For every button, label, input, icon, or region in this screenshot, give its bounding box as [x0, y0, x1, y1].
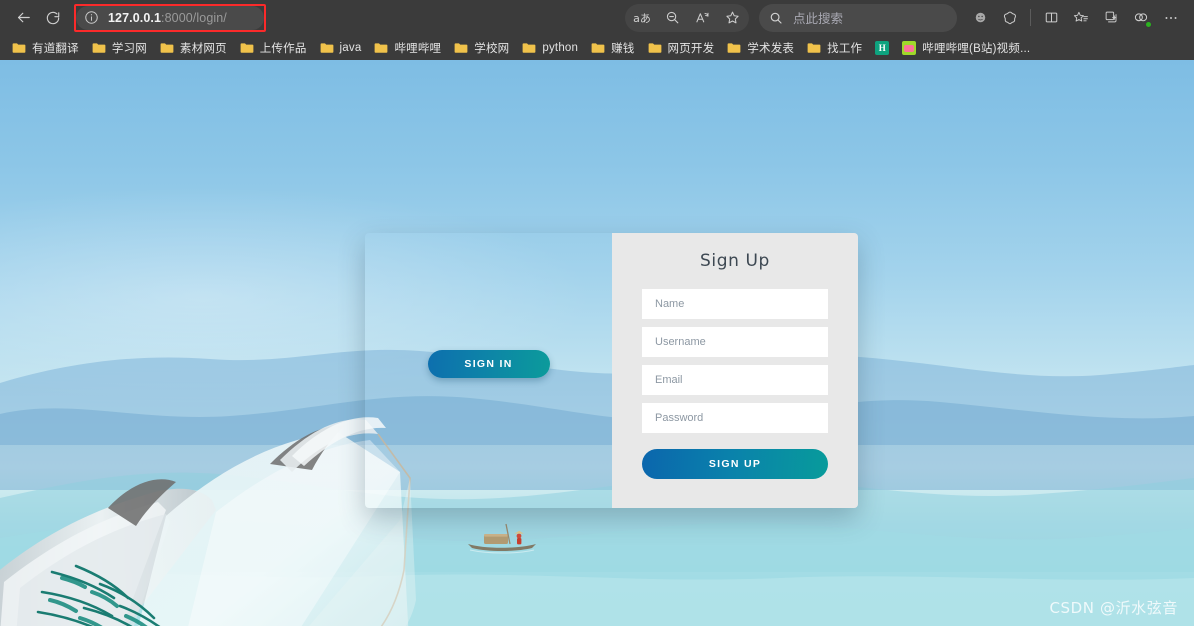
bookmark-item[interactable]: 有道翻译 [6, 37, 85, 58]
search-placeholder: 点此搜索 [793, 12, 844, 26]
bookmark-label: 上传作品 [259, 42, 307, 55]
bookmark-item[interactable]: 学术发表 [721, 37, 800, 58]
bookmark-item[interactable]: 赚钱 [585, 37, 640, 58]
zoom-out-icon[interactable] [657, 5, 687, 31]
favorites-list-icon[interactable] [1066, 5, 1096, 31]
refresh-button[interactable] [38, 4, 68, 32]
address-bar[interactable]: 127.0.0.1:8000/login/ [76, 5, 264, 30]
bookmark-label: 网页开发 [667, 42, 715, 55]
address-bar-wrapper[interactable]: 127.0.0.1:8000/login/ [74, 3, 266, 32]
back-button[interactable] [8, 4, 38, 32]
bookmark-item[interactable]: H [869, 37, 895, 58]
copilot-icon[interactable] [995, 5, 1025, 31]
browser-chrome: 127.0.0.1:8000/login/ aあ 点此搜索 有道翻译 学习网 素… [0, 0, 1194, 60]
collections-icon[interactable] [1096, 5, 1126, 31]
bookmark-label: 学校网 [474, 42, 510, 55]
bookmark-label: 学术发表 [747, 42, 795, 55]
bilibili-favicon [902, 40, 917, 55]
auth-card: SIGN IN Sign Up SIGN UP [365, 233, 858, 508]
boat-illustration [468, 523, 536, 554]
name-input[interactable] [642, 289, 828, 319]
address-bar-text: 127.0.0.1:8000/login/ [108, 11, 227, 25]
translate-icon[interactable] [687, 5, 717, 31]
split-screen-icon[interactable] [1036, 5, 1066, 31]
bookmark-label: 哔哩哔哩(B站)视频... [922, 42, 1031, 55]
settings-more-icon[interactable] [1156, 5, 1186, 31]
email-input[interactable] [642, 365, 828, 395]
bookmark-item[interactable]: 素材网页 [154, 37, 233, 58]
search-box[interactable]: 点此搜索 [759, 3, 957, 32]
bookmark-item[interactable]: java [314, 37, 368, 58]
bookmark-item[interactable]: 学习网 [86, 37, 153, 58]
password-input[interactable] [642, 403, 828, 433]
browser-right-icons [965, 5, 1186, 31]
page-viewport: SIGN IN Sign Up SIGN UP CSDN @沂水弦音 [0, 60, 1194, 626]
bookmark-item[interactable]: 找工作 [801, 37, 868, 58]
bookmark-item[interactable]: 网页开发 [642, 37, 721, 58]
bookmark-label: python [542, 41, 579, 54]
browser-toolbar: 127.0.0.1:8000/login/ aあ 点此搜索 [0, 0, 1194, 35]
bookmark-label: 素材网页 [179, 42, 227, 55]
browser-essentials-icon[interactable] [965, 5, 995, 31]
bookmark-item[interactable]: 上传作品 [234, 37, 313, 58]
profile-status-dot [1145, 20, 1152, 28]
bookmark-label: java [339, 41, 362, 54]
bookmarks-bar: 有道翻译 学习网 素材网页 上传作品 java 哔哩哔哩 学校网 python [0, 35, 1194, 60]
bookmark-item[interactable]: 哔哩哔哩(B站)视频... [896, 37, 1036, 58]
sign-in-button[interactable]: SIGN IN [427, 349, 550, 378]
info-circle-icon[interactable] [84, 10, 99, 25]
signup-title: Sign Up [700, 251, 770, 271]
search-icon [769, 11, 783, 25]
bookmark-item[interactable]: python [516, 37, 584, 58]
toolbar-icon-group: aあ [625, 3, 749, 32]
username-input[interactable] [642, 327, 828, 357]
url-host: 127.0.0.1 [108, 10, 162, 25]
bookmark-label: 哔哩哔哩 [394, 42, 442, 55]
favorite-star-icon[interactable] [717, 5, 747, 31]
read-aloud-icon[interactable]: aあ [627, 5, 657, 31]
bookmark-label: 学习网 [111, 42, 147, 55]
h-favicon: H [875, 40, 890, 55]
sign-up-button[interactable]: SIGN UP [642, 449, 828, 479]
toolbar-divider [1030, 9, 1031, 26]
signup-panel: Sign Up SIGN UP [612, 233, 858, 508]
signin-panel: SIGN IN [365, 233, 612, 508]
bookmark-label: 找工作 [827, 42, 863, 55]
bookmark-item[interactable]: 学校网 [448, 37, 515, 58]
bookmark-label: 有道翻译 [32, 42, 79, 55]
url-path: :8000/login/ [161, 10, 227, 25]
csdn-watermark: CSDN @沂水弦音 [1049, 599, 1178, 617]
profile-icon[interactable] [1126, 5, 1156, 31]
bookmark-label: 赚钱 [611, 42, 635, 55]
bookmark-item[interactable]: 哔哩哔哩 [368, 37, 447, 58]
